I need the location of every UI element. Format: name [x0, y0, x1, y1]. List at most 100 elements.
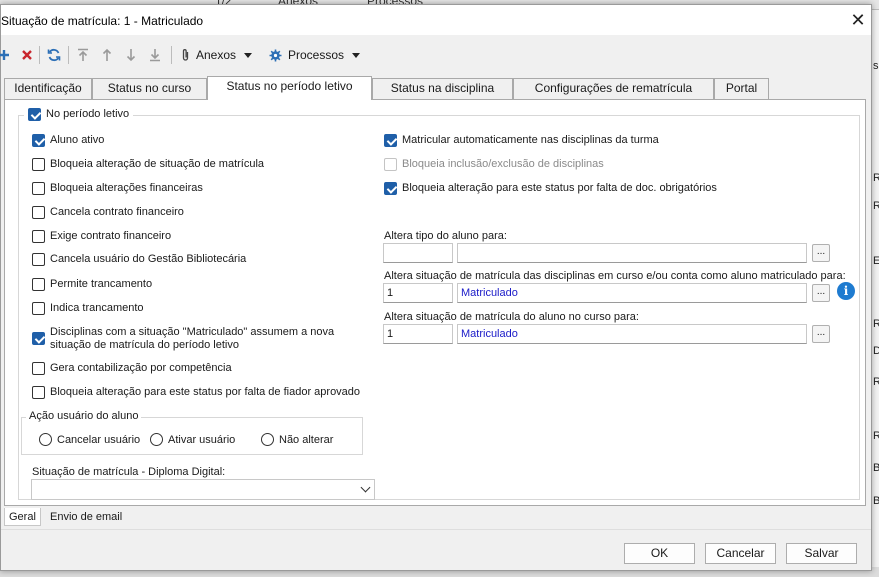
anexos-menu-button[interactable]: Anexos [181, 46, 253, 64]
move-first-icon[interactable] [75, 47, 91, 63]
checkbox-label: Cancela usuário do Gestão Bibliotecária [50, 253, 247, 265]
altera-disciplinas-lookup-button[interactable]: ... [812, 284, 830, 302]
delete-icon[interactable] [19, 47, 35, 63]
checkbox-box [32, 386, 45, 399]
toolbar-separator [39, 46, 40, 64]
checkbox-label: Bloqueia alteração para este status por … [402, 182, 717, 194]
ok-button[interactable]: OK [624, 543, 695, 564]
close-icon: ✕ [850, 10, 866, 30]
checkbox-box [32, 253, 45, 266]
diploma-digital-label: Situação de matrícula - Diploma Digital: [32, 466, 226, 478]
dialog-footer: OK Cancelar Salvar [1, 529, 871, 570]
radio-nao-alterar[interactable]: Não alterar [261, 433, 333, 446]
processos-menu-button[interactable]: Processos [269, 46, 361, 64]
info-icon[interactable]: i [837, 282, 855, 300]
checkbox-label: Bloqueia inclusão/exclusão de disciplina… [402, 158, 604, 170]
radio-ativar-usuario[interactable]: Ativar usuário [150, 433, 235, 446]
exige-contrato-financeiro-checkbox[interactable]: Exige contrato financeiro [32, 230, 171, 243]
checkbox-box [32, 158, 45, 171]
diploma-digital-select[interactable] [31, 479, 375, 500]
bloqueia-alteracao-situacao-checkbox[interactable]: Bloqueia alteração de situação de matríc… [32, 158, 264, 171]
background-letter: R [873, 200, 879, 212]
tab-status-disciplina[interactable]: Status na disciplina [372, 78, 513, 99]
add-icon[interactable] [0, 47, 12, 63]
tab-portal[interactable]: Portal [714, 78, 769, 99]
background-letter: B [873, 462, 879, 474]
background-letter: D [873, 345, 879, 357]
checkbox-label: Bloqueia alteração para este status por … [50, 386, 361, 398]
altera-tipo-code-input[interactable] [383, 243, 453, 263]
move-last-icon[interactable] [147, 47, 163, 63]
cancela-contrato-financeiro-checkbox[interactable]: Cancela contrato financeiro [32, 206, 184, 219]
move-up-icon[interactable] [99, 47, 115, 63]
disciplinas-matriculado-checkbox[interactable]: Disciplinas com a situação "Matriculado"… [32, 326, 362, 352]
toolbar: Anexos Processos [0, 38, 871, 70]
checkbox-label: Bloqueia alteração de situação de matríc… [50, 158, 265, 170]
radio-circle [39, 433, 52, 446]
gera-contabilizacao-checkbox[interactable]: Gera contabilização por competência [32, 362, 232, 375]
altera-curso-name-input[interactable]: Matriculado [457, 324, 807, 344]
gear-icon [269, 49, 282, 62]
permite-trancamento-checkbox[interactable]: Permite trancamento [32, 278, 152, 291]
altera-curso-label: Altera situação de matrícula do aluno no… [384, 311, 639, 323]
refresh-icon[interactable] [46, 47, 62, 63]
bloqueia-falta-documentos-checkbox[interactable]: Bloqueia alteração para este status por … [384, 182, 717, 195]
altera-tipo-name-input[interactable] [457, 243, 807, 263]
tab-envio-email[interactable]: Envio de email [46, 508, 126, 526]
checkbox-label: Gera contabilização por competência [50, 362, 232, 374]
checkbox-label: Matricular automaticamente nas disciplin… [402, 134, 659, 146]
altera-disciplinas-name-input[interactable]: Matriculado [457, 283, 807, 303]
radio-label: Não alterar [279, 433, 334, 446]
close-button[interactable]: ✕ [846, 9, 870, 31]
checkbox-label: Indica trancamento [50, 302, 144, 314]
periodo-letivo-checkbox[interactable] [28, 108, 41, 121]
cancela-usuario-biblioteca-checkbox[interactable]: Cancela usuário do Gestão Bibliotecária [32, 253, 246, 266]
status-dialog: Situação de matrícula: 1 - Matriculado ✕ [0, 4, 872, 571]
checkbox-label: Disciplinas com a situação "Matriculado"… [50, 326, 335, 351]
cancel-button[interactable]: Cancelar [705, 543, 776, 564]
radio-cancelar-usuario[interactable]: Cancelar usuário [39, 433, 140, 446]
bloqueia-inclusao-exclusao-checkbox: Bloqueia inclusão/exclusão de disciplina… [384, 158, 604, 171]
chevron-down-icon [244, 52, 253, 58]
background-letter: R [873, 430, 879, 442]
background-letter: R [873, 172, 879, 184]
tab-configuracoes-rematricula[interactable]: Configurações de rematrícula [513, 78, 714, 99]
checkbox-box [32, 182, 45, 195]
bloqueia-alteracoes-financeiras-checkbox[interactable]: Bloqueia alterações financeiras [32, 182, 203, 195]
bloqueia-falta-fiador-checkbox[interactable]: Bloqueia alteração para este status por … [32, 386, 360, 399]
checkbox-box [32, 134, 45, 147]
group-acao-usuario-label: Ação usuário do aluno [26, 410, 142, 422]
indica-trancamento-checkbox[interactable]: Indica trancamento [32, 302, 144, 315]
matricular-automaticamente-checkbox[interactable]: Matricular automaticamente nas disciplin… [384, 134, 659, 147]
altera-curso-lookup-button[interactable]: ... [812, 325, 830, 343]
dialog-title: Situação de matrícula: 1 - Matriculado [1, 14, 204, 28]
radio-label: Cancelar usuário [57, 433, 141, 446]
aluno-ativo-checkbox[interactable]: Aluno ativo [32, 134, 104, 147]
toolbar-separator [68, 46, 69, 64]
chevron-down-icon [360, 482, 371, 493]
chevron-down-icon [352, 52, 361, 58]
move-down-icon[interactable] [123, 47, 139, 63]
toolbar-separator [171, 46, 172, 64]
checkbox-label: Cancela contrato financeiro [50, 206, 184, 218]
background-letter: s [873, 60, 879, 72]
tab-geral[interactable]: Geral [4, 508, 41, 526]
altera-curso-code-input[interactable]: 1 [383, 324, 453, 344]
radio-circle [261, 433, 274, 446]
group-periodo-letivo-label: No período letivo [46, 108, 130, 120]
altera-tipo-label: Altera tipo do aluno para: [384, 230, 507, 242]
tab-status-curso[interactable]: Status no curso [92, 78, 207, 99]
background-letter: B [873, 495, 879, 507]
group-periodo-letivo-toggle[interactable]: No período letivo [24, 108, 134, 121]
tab-identificacao[interactable]: Identificação [4, 78, 92, 99]
altera-disciplinas-label: Altera situação de matrícula das discipl… [384, 270, 846, 282]
checkbox-box [384, 134, 397, 147]
altera-tipo-lookup-button[interactable]: ... [812, 244, 830, 262]
background-letter: R [873, 376, 879, 388]
altera-disciplinas-code-input[interactable]: 1 [383, 283, 453, 303]
checkbox-box [384, 158, 397, 171]
checkbox-label: Aluno ativo [50, 134, 105, 146]
checkbox-label: Permite trancamento [50, 278, 153, 290]
save-button[interactable]: Salvar [786, 543, 857, 564]
tab-status-periodo-letivo[interactable]: Status no período letivo [207, 76, 372, 100]
